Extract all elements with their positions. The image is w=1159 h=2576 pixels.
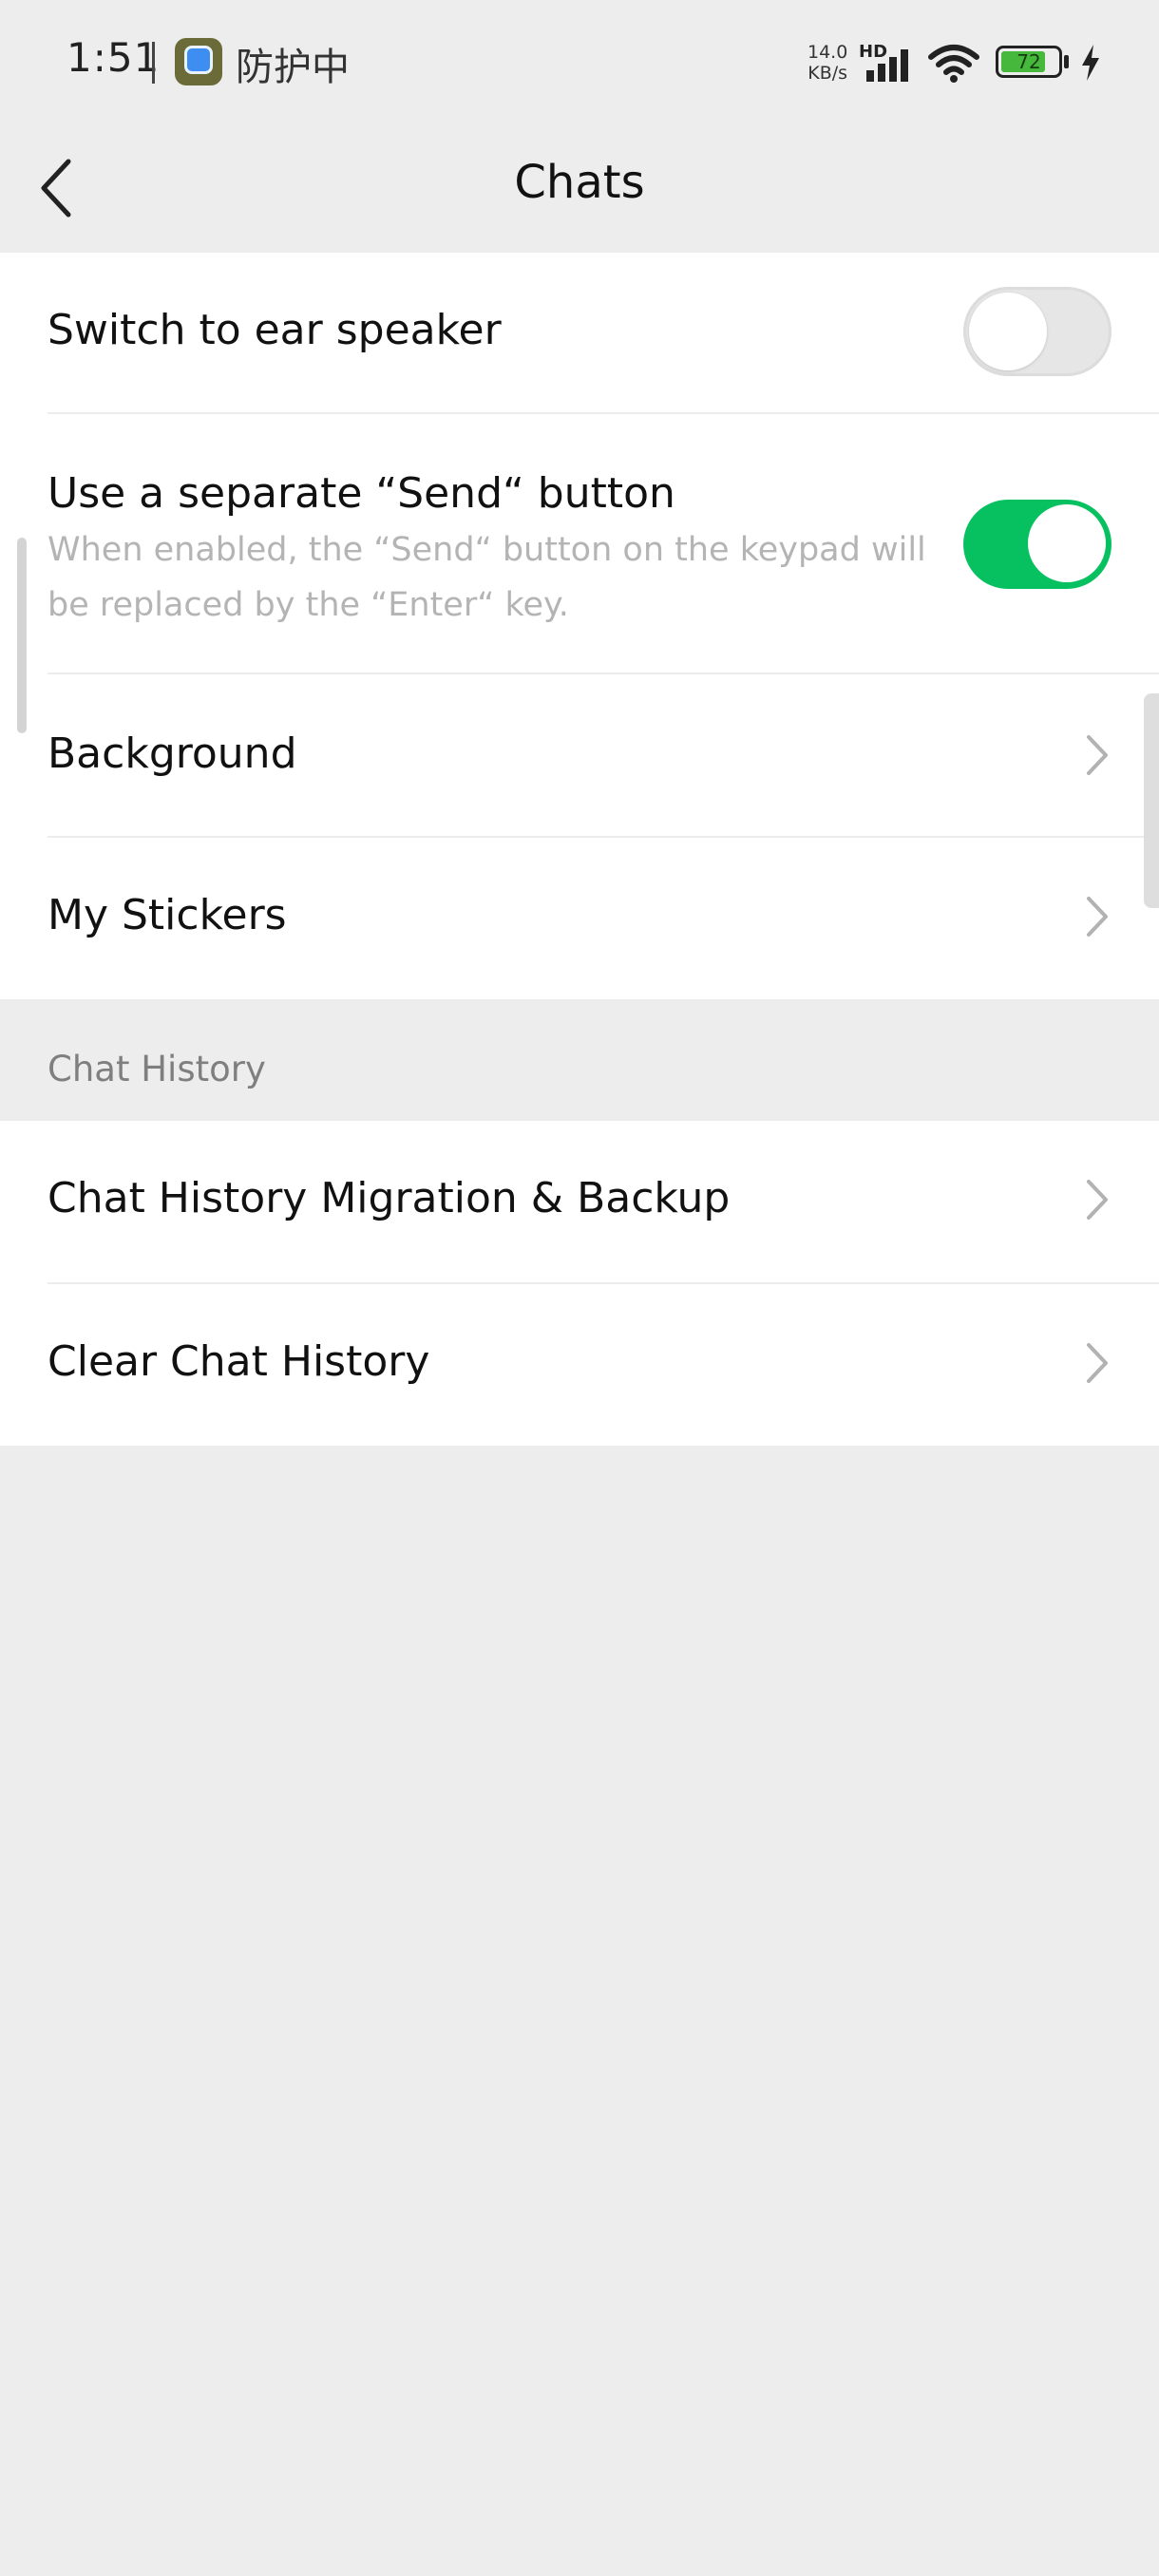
network-speed-value: 14.0 — [808, 42, 848, 63]
chat-settings-group: Switch to ear speaker Use a separate “Se… — [0, 253, 1159, 999]
battery-tip — [1064, 55, 1069, 68]
security-app-icon — [175, 38, 222, 85]
chevron-right-icon — [1087, 735, 1108, 775]
network-speed-unit: KB/s — [808, 63, 848, 84]
ear-speaker-toggle[interactable] — [963, 287, 1112, 376]
history-migration-label: Chat History Migration & Backup — [48, 1174, 731, 1222]
charging-bolt-icon — [1082, 45, 1099, 81]
edge-handle[interactable] — [1144, 693, 1159, 908]
status-separator — [152, 42, 155, 84]
clear-history-label: Clear Chat History — [48, 1337, 430, 1386]
chevron-right-icon — [1087, 897, 1108, 937]
chat-history-section-header: Chat History — [48, 1049, 266, 1089]
battery-level: 72 — [1016, 50, 1041, 73]
history-migration-row[interactable]: Chat History Migration & Backup — [0, 1121, 1159, 1282]
ear-speaker-label: Switch to ear speaker — [48, 306, 502, 354]
my-stickers-label: My Stickers — [48, 891, 287, 939]
nav-bar: Chats — [0, 123, 1159, 253]
wifi-icon — [928, 45, 979, 83]
status-app-text: 防护中 — [236, 46, 350, 89]
toggle-knob — [969, 293, 1047, 370]
battery-icon: 72 — [996, 46, 1062, 78]
status-bar: 1:51 防护中 14.0 KB/s HD 72 — [0, 0, 1159, 123]
toggle-knob — [1028, 504, 1106, 582]
status-time: 1:51 — [66, 34, 161, 81]
ear-speaker-row[interactable]: Switch to ear speaker — [0, 253, 1159, 412]
send-button-row[interactable]: Use a separate “Send“ button When enable… — [0, 414, 1159, 672]
chevron-right-icon — [1087, 1343, 1108, 1383]
background-row[interactable]: Background — [0, 674, 1159, 836]
scroll-indicator — [17, 538, 27, 733]
cellular-signal-icon — [866, 49, 908, 82]
clear-history-row[interactable]: Clear Chat History — [0, 1284, 1159, 1446]
network-speed: 14.0 KB/s — [808, 42, 847, 84]
my-stickers-row[interactable]: My Stickers — [0, 838, 1159, 999]
page-title: Chats — [514, 156, 645, 209]
chevron-right-icon — [1087, 1180, 1108, 1220]
send-button-label: Use a separate “Send“ button — [48, 469, 675, 518]
send-button-description: When enabled, the “Send“ button on the k… — [48, 531, 926, 624]
chat-history-group: Chat History Migration & Backup Clear Ch… — [0, 1121, 1159, 1446]
send-button-toggle[interactable] — [963, 500, 1112, 589]
background-label: Background — [48, 729, 297, 778]
